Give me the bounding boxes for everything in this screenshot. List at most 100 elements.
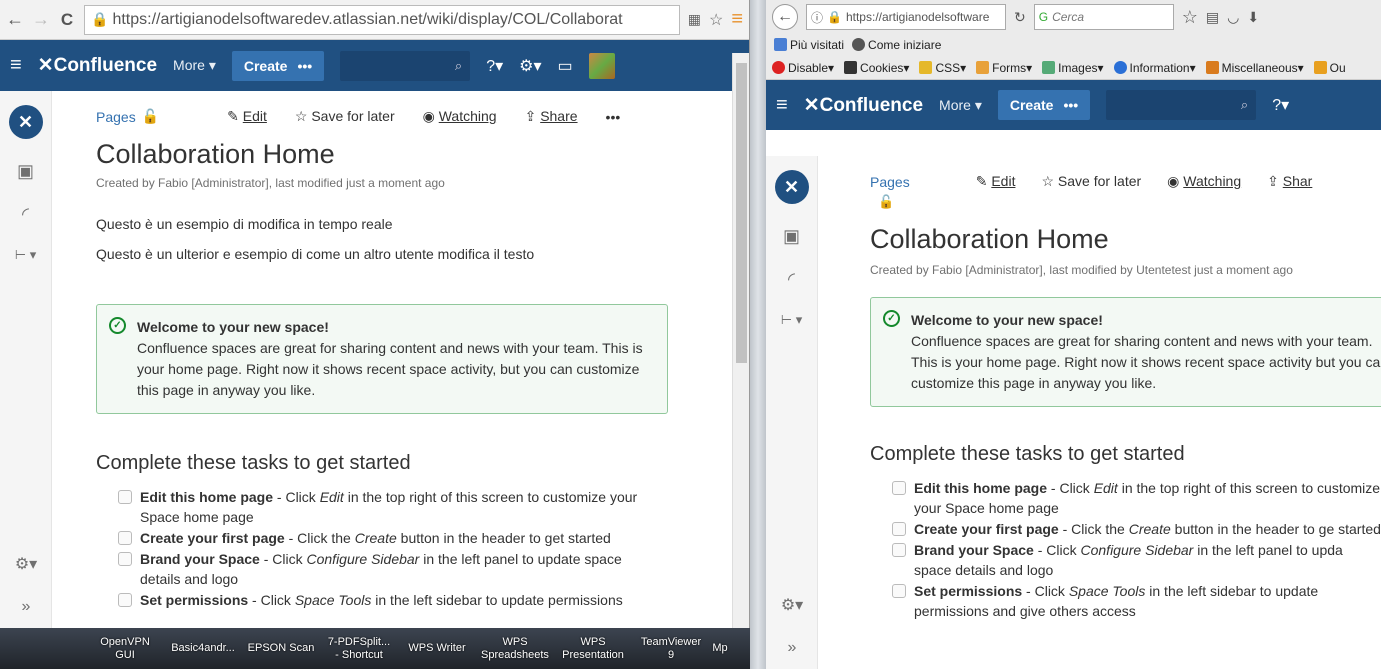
taskbar-item[interactable]: WPS Presentation <box>554 636 632 662</box>
notifications-icon[interactable]: ▭ <box>558 56 573 76</box>
toolbar-item-disable[interactable]: Disable▾ <box>772 60 834 75</box>
download-icon[interactable]: ⬇ <box>1247 9 1259 26</box>
search-input[interactable]: ⌕ <box>340 50 471 81</box>
reload-icon[interactable]: C <box>58 10 76 30</box>
taskbar-item[interactable]: WPS Spreadsheets <box>476 636 554 662</box>
help-icon[interactable]: ?▾ <box>1272 95 1289 115</box>
back-icon[interactable]: ← <box>772 4 798 30</box>
check-circle-icon: ✓ <box>109 317 126 334</box>
bookmark-item[interactable]: Come iniziare <box>852 38 941 52</box>
avatar[interactable] <box>588 52 615 79</box>
address-bar[interactable]: 🔒 https://artigianodelsoftwaredev.atlass… <box>84 4 680 35</box>
page-actions: Pages 🔓 ✎ Edit ☆ Save for later ◉ Watchi… <box>96 108 716 125</box>
save-for-later-button[interactable]: ☆ Save for later <box>1041 173 1141 190</box>
pocket-icon[interactable]: ◡ <box>1227 9 1239 26</box>
space-logo-icon[interactable]: ✕ <box>774 170 809 204</box>
create-more-icon[interactable]: ••• <box>297 58 312 74</box>
unlock-icon[interactable]: 🔓 <box>878 194 1375 210</box>
reload-icon[interactable]: ↻ <box>1014 9 1026 26</box>
star-icon[interactable]: ☆ <box>709 10 723 30</box>
create-button[interactable]: Create ••• <box>997 90 1091 120</box>
bookmarks-bar: Più visitati Come iniziare <box>766 34 1381 56</box>
sidebar-bottom: ⚙▾ » <box>0 554 52 616</box>
blog-icon[interactable]: ◜ <box>788 269 795 290</box>
task-checkbox[interactable] <box>118 593 132 607</box>
taskbar-item[interactable]: OpenVPN GUI <box>86 636 164 662</box>
welcome-tip: ✓ Welcome to your new space! Confluence … <box>870 297 1381 407</box>
taskbar-item[interactable]: WPS Writer <box>398 642 476 655</box>
toolbar-item-cookies[interactable]: Cookies▾ <box>844 60 909 75</box>
app-switcher-icon[interactable]: ≡ <box>10 54 22 77</box>
bookmark-item[interactable]: Più visitati <box>774 38 844 52</box>
taskbar-item[interactable]: Mp <box>710 642 730 655</box>
toolbar-item-miscellaneous[interactable]: Miscellaneous▾ <box>1205 60 1304 75</box>
task-checkbox[interactable] <box>118 490 132 504</box>
star-icon[interactable]: ☆ <box>1182 7 1198 28</box>
confluence-logo[interactable]: ✕Confluence <box>804 94 923 117</box>
share-button[interactable]: ⇪ Share <box>525 108 578 125</box>
help-icon[interactable]: ?▾ <box>486 56 503 76</box>
taskbar-item[interactable]: 7-PDFSplit... - Shortcut <box>320 636 398 662</box>
forward-icon[interactable]: → <box>32 9 50 30</box>
space-tools-icon[interactable]: ⚙▾ <box>15 554 37 574</box>
toolbar-item-forms[interactable]: Forms▾ <box>976 60 1032 75</box>
breadcrumb-pages[interactable]: Pages <box>96 109 136 125</box>
back-icon[interactable]: ← <box>6 9 24 30</box>
toolbar-item-css[interactable]: CSS▾ <box>919 60 966 75</box>
task-checkbox[interactable] <box>892 522 906 536</box>
expand-sidebar-icon[interactable]: » <box>22 598 31 616</box>
unlock-icon[interactable]: 🔓 <box>142 108 159 125</box>
share-button[interactable]: ⇪ Shar <box>1267 173 1312 190</box>
pages-icon[interactable]: ▣ <box>783 226 800 247</box>
more-menu[interactable]: More ▾ <box>173 57 216 74</box>
reading-list-icon[interactable]: ▤ <box>1206 9 1219 26</box>
menu-icon[interactable]: ≡ <box>731 8 743 31</box>
check-circle-icon: ✓ <box>883 310 900 327</box>
watching-button[interactable]: ◉ Watching <box>1167 173 1241 190</box>
watching-button[interactable]: ◉ Watching <box>423 108 497 125</box>
search-icon: ⌕ <box>454 57 463 73</box>
edit-button[interactable]: ✎ Edit <box>976 173 1016 190</box>
page-byline: Created by Fabio [Administrator], last m… <box>870 263 1293 277</box>
task-checkbox[interactable] <box>892 481 906 495</box>
paragraph-1: Questo è un esempio di modifica in tempo… <box>96 216 393 232</box>
search-input[interactable]: G Cerca <box>1033 4 1174 30</box>
more-menu[interactable]: More ▾ <box>939 97 982 114</box>
taskbar-item[interactable]: TeamViewer 9 <box>632 636 710 662</box>
toolbar-item-information[interactable]: Information▾ <box>1113 60 1196 75</box>
create-button[interactable]: Create ••• <box>231 50 325 81</box>
create-more-icon[interactable]: ••• <box>1063 97 1078 113</box>
task-checkbox[interactable] <box>118 552 132 566</box>
vertical-scrollbar[interactable] <box>732 53 749 628</box>
task-checkbox[interactable] <box>892 584 906 598</box>
task-checkbox[interactable] <box>892 543 906 557</box>
search-input[interactable]: ⌕ <box>1106 90 1257 120</box>
scrollbar-thumb[interactable] <box>736 63 747 363</box>
translate-icon[interactable]: ▦ <box>688 11 701 28</box>
confluence-logo[interactable]: ✕Confluence <box>38 54 157 77</box>
space-logo-icon[interactable]: ✕ <box>8 105 43 139</box>
breadcrumb-pages[interactable]: Pages <box>870 174 910 190</box>
task-list: Edit this home page - Click Edit in the … <box>892 478 1381 621</box>
taskbar-item[interactable]: Basic4andr... <box>164 642 242 655</box>
save-for-later-button[interactable]: ☆ Save for later <box>295 108 395 125</box>
address-bar[interactable]: ⓘ 🔒 https://artigianodelsoftware <box>806 4 1006 30</box>
pages-icon[interactable]: ▣ <box>17 161 34 182</box>
more-actions-icon[interactable]: ••• <box>606 109 621 125</box>
blog-icon[interactable]: ◜ <box>22 204 29 225</box>
app-switcher-icon[interactable]: ≡ <box>776 94 788 117</box>
tasks-heading: Complete these tasks to get started <box>870 443 1185 465</box>
expand-sidebar-icon[interactable]: » <box>788 639 797 657</box>
edit-button[interactable]: ✎ Edit <box>227 108 267 125</box>
space-tools-icon[interactable]: ⚙▾ <box>781 595 803 615</box>
tree-icon[interactable]: ⊢ ▾ <box>15 247 36 263</box>
task-checkbox[interactable] <box>118 531 132 545</box>
toolbar-item-images[interactable]: Images▾ <box>1042 60 1104 75</box>
taskbar-item[interactable]: EPSON Scan <box>242 642 320 655</box>
gear-icon[interactable]: ⚙▾ <box>519 56 541 76</box>
toolbar-item-outline[interactable]: Ou <box>1313 60 1346 75</box>
share-label: Shar <box>1282 173 1313 189</box>
edit-label: Edit <box>991 173 1016 189</box>
sidebar-bottom: ⚙▾ » <box>766 595 818 657</box>
tree-icon[interactable]: ⊢ ▾ <box>781 312 802 328</box>
